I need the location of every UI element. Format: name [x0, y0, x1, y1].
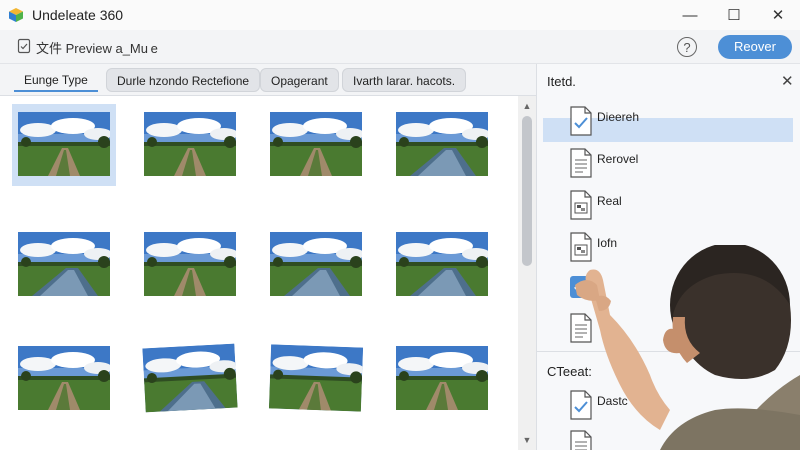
person-photo-overlay	[575, 245, 800, 450]
photo-thumbnail[interactable]	[390, 338, 494, 420]
photo-thumbnail[interactable]	[390, 224, 494, 306]
landscape-photo	[144, 232, 236, 296]
title-bar: Undeleate 360 — ☐ ✕	[0, 0, 800, 30]
photo-thumbnail[interactable]	[264, 104, 368, 186]
landscape-photo	[396, 112, 488, 176]
scroll-thumb[interactable]	[522, 116, 532, 266]
panel-item-label: Dieereh	[597, 110, 640, 124]
landscape-photo	[18, 346, 110, 410]
panel-list-item[interactable]: Dieereh	[543, 102, 793, 142]
thumbnail-grid	[0, 96, 518, 450]
details-panel-title: Itetd.	[547, 74, 576, 89]
landscape-photo	[396, 232, 488, 296]
recover-button[interactable]: Reover	[718, 35, 792, 59]
tab-file-type[interactable]: Eunge Type	[14, 68, 98, 92]
landscape-photo	[270, 232, 362, 296]
tab-search-hacks[interactable]: Ivarth larar. hacots.	[342, 68, 467, 92]
close-panel-button[interactable]: ✕	[781, 72, 794, 90]
document-text-icon	[569, 148, 593, 178]
tab-operations[interactable]: Opagerant	[260, 68, 339, 92]
landscape-photo	[270, 112, 362, 176]
app-logo-icon	[9, 8, 23, 22]
minimize-button[interactable]: —	[668, 0, 712, 30]
document-check-icon	[569, 106, 593, 136]
panel-item-label: Rerovel	[597, 152, 639, 166]
landscape-photo	[18, 232, 110, 296]
landscape-photo	[396, 346, 488, 410]
photo-thumbnail[interactable]	[390, 104, 494, 186]
toolbar: 文件 Preview a_Mu e ? Reover	[0, 30, 800, 64]
photo-thumbnail[interactable]	[12, 224, 116, 306]
landscape-photo	[144, 112, 236, 176]
landscape-photo	[142, 343, 238, 413]
panel-list-item[interactable]: Real	[543, 186, 793, 226]
tab-deleted-recent[interactable]: Durle hzondo Rectefione	[106, 68, 261, 92]
photo-thumbnail[interactable]	[138, 104, 242, 186]
close-window-button[interactable]: ✕	[756, 0, 800, 30]
panel-item-label: Real	[597, 194, 622, 208]
scroll-up-arrow[interactable]: ▲	[518, 98, 536, 114]
landscape-photo	[18, 112, 110, 176]
help-button[interactable]: ?	[677, 37, 697, 57]
grid-scrollbar[interactable]: ▲ ▼	[518, 96, 536, 450]
window-title: Undeleate 360	[32, 7, 124, 23]
scroll-down-arrow[interactable]: ▼	[518, 432, 536, 448]
photo-thumbnail[interactable]	[12, 104, 116, 186]
maximize-button[interactable]: ☐	[712, 0, 756, 30]
photo-thumbnail[interactable]	[138, 338, 242, 420]
preview-title: 文件 Preview a_Mu e	[36, 41, 158, 56]
filter-tabs: Eunge Type Durle hzondo Rectefione Opage…	[0, 64, 536, 96]
photo-thumbnail[interactable]	[264, 224, 368, 306]
landscape-photo	[268, 344, 364, 412]
photo-thumbnail[interactable]	[138, 224, 242, 306]
photo-thumbnail[interactable]	[264, 338, 368, 420]
file-preview-icon	[17, 38, 31, 54]
photo-thumbnail[interactable]	[12, 338, 116, 420]
document-image-icon	[569, 190, 593, 220]
panel-list-item[interactable]: Rerovel	[543, 144, 793, 184]
